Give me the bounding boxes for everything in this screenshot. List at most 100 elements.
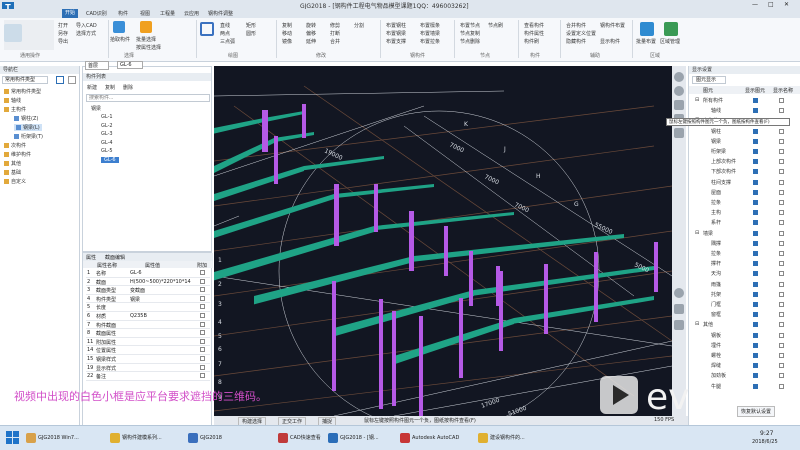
nav-tree-item[interactable]: 桁架梁(T) [14, 133, 43, 140]
nav-tree-item[interactable]: 维护构件 [4, 151, 31, 158]
show-name-checkbox[interactable] [779, 149, 784, 154]
nav-tree-item[interactable]: 自定义 [4, 178, 26, 185]
tab-component[interactable]: 构件 [118, 10, 128, 17]
ribbon-circle[interactable]: 圆形 [246, 30, 256, 37]
ribbon-merge[interactable]: 合并 [330, 38, 340, 45]
grid-view-icon[interactable] [68, 76, 76, 84]
show-name-checkbox[interactable] [779, 189, 784, 195]
show-element-checkbox[interactable] [753, 240, 758, 246]
show-name-checkbox[interactable] [779, 312, 784, 318]
steel-column[interactable] [379, 299, 383, 409]
3d-viewport[interactable]: 19000 7000 7000 7000 55000 5000 17000 51000 K J H G… [214, 66, 672, 416]
pan-icon[interactable] [674, 86, 684, 96]
steel-column[interactable] [544, 264, 548, 334]
view-cube-icon[interactable] [674, 128, 684, 138]
property-extra-checkbox[interactable] [200, 373, 205, 379]
property-extra-checkbox[interactable] [200, 295, 205, 301]
show-element-checkbox[interactable] [753, 291, 758, 297]
collapse-icon[interactable]: ⊟ [695, 321, 699, 327]
show-element-checkbox[interactable] [753, 210, 758, 216]
show-name-checkbox[interactable] [779, 271, 784, 277]
property-row[interactable]: 3 截面类型 变截面 [86, 286, 210, 295]
property-row[interactable]: 19 显示样式 [86, 364, 210, 373]
show-name-checkbox[interactable] [779, 210, 784, 216]
ribbon-area-manage[interactable]: 区域管理 [660, 38, 680, 45]
component-list-item[interactable]: GL-4 [101, 140, 113, 146]
ribbon-rotate[interactable]: 旋转 [306, 22, 316, 29]
show-name-checkbox[interactable] [779, 302, 784, 307]
steel-column[interactable] [392, 311, 396, 406]
show-element-checkbox[interactable] [753, 332, 758, 338]
ribbon-pick[interactable]: 拾取构件 [110, 36, 130, 43]
show-element-checkbox[interactable] [753, 200, 758, 205]
maximize-button[interactable]: □ [768, 1, 774, 8]
component-list-item[interactable]: GL-6 [101, 156, 119, 163]
property-extra-checkbox[interactable] [200, 355, 205, 361]
show-element-checkbox[interactable] [753, 189, 758, 195]
minimize-button[interactable]: — [752, 1, 758, 8]
taskbar-item[interactable]: GJG2018 - [钢... [326, 430, 394, 446]
ribbon-component-props[interactable]: 构件属性 [524, 30, 544, 37]
show-element-checkbox[interactable] [753, 108, 758, 114]
component-search-input[interactable] [86, 94, 210, 102]
start-icon[interactable] [6, 431, 20, 445]
ribbon-select-by-attr[interactable]: 按属性选择 [136, 44, 161, 51]
show-element-checkbox[interactable] [753, 281, 758, 287]
ribbon-place-beam[interactable]: 布置钢梁 [386, 30, 406, 37]
steel-beam[interactable] [514, 296, 654, 324]
nav-tree-item[interactable]: 次构件 [4, 142, 26, 149]
ribbon-two-point[interactable]: 两点 [220, 30, 230, 37]
ribbon-line[interactable]: 直线 [220, 22, 230, 29]
tab-cloud[interactable]: 云应用 [184, 10, 199, 17]
ribbon-set-position[interactable]: 设置定义位置 [566, 30, 596, 37]
component-list-item[interactable]: GL-3 [101, 131, 113, 137]
ribbon-export[interactable]: 导出 [58, 38, 68, 45]
steel-beam[interactable] [214, 118, 264, 134]
layer-icon[interactable] [674, 320, 684, 330]
ribbon-merge-component[interactable]: 合并构件 [566, 22, 586, 29]
nav-tree-item[interactable]: 其他 [4, 160, 21, 167]
steel-column[interactable] [262, 110, 268, 152]
show-name-checkbox[interactable] [779, 291, 784, 297]
display-row[interactable]: 雨篷 [693, 280, 797, 289]
display-row[interactable]: 上部次构件 [693, 157, 797, 166]
ribbon-import-cad[interactable]: 导入CAD [76, 22, 97, 29]
property-extra-checkbox[interactable] [200, 347, 205, 353]
collapse-icon[interactable]: ⊟ [695, 97, 699, 103]
new-component-button[interactable]: 新建 [87, 84, 97, 91]
ribbon-node-brush[interactable]: 节点刷 [488, 22, 503, 29]
rotate-icon[interactable] [674, 288, 684, 298]
show-name-checkbox[interactable] [779, 179, 784, 185]
nav-tab-common[interactable]: 常用构件类型 [2, 76, 48, 84]
current-component-select[interactable]: GL-6 [117, 61, 143, 69]
property-row[interactable]: 14 位置属性 [86, 346, 210, 355]
ribbon-show-component[interactable]: 显示构件 [600, 38, 620, 45]
display-row[interactable]: 轴线 [693, 106, 797, 115]
property-row[interactable]: 8 截面属性 [86, 329, 210, 338]
show-element-checkbox[interactable] [753, 353, 758, 358]
ribbon-select-mode[interactable]: 选择方式 [76, 30, 96, 37]
show-name-checkbox[interactable] [779, 240, 784, 246]
ribbon-place-purlin[interactable]: 布置檩条 [420, 22, 440, 29]
ribbon-node-copy[interactable]: 节点复制 [460, 30, 480, 37]
property-row[interactable]: 7 构件截面 [86, 321, 210, 330]
property-row[interactable]: 4 构件类型 钢梁 [86, 295, 210, 304]
property-extra-checkbox[interactable] [200, 304, 205, 310]
ribbon-split[interactable]: 分割 [354, 22, 364, 29]
ribbon-place-node[interactable]: 布置节点 [460, 22, 480, 29]
show-name-checkbox[interactable] [779, 353, 784, 358]
show-name-checkbox[interactable] [779, 322, 784, 328]
ribbon-place-brace[interactable]: 布置支撑 [386, 38, 406, 45]
nav-tree-item[interactable]: 主构件 [4, 106, 26, 113]
property-extra-checkbox[interactable] [200, 364, 205, 370]
steel-column[interactable] [594, 252, 598, 322]
property-row[interactable]: 22 备注 [86, 372, 210, 381]
property-value[interactable]: Q235B [130, 313, 147, 319]
property-value[interactable]: 钢梁 [130, 296, 140, 303]
taskbar-item[interactable]: GJG2018 [186, 430, 272, 446]
ribbon-saveas[interactable]: 另存 [58, 30, 68, 37]
show-element-checkbox[interactable] [753, 98, 758, 103]
nav-tree-item[interactable]: 钢柱(Z) [14, 115, 38, 122]
show-name-checkbox[interactable] [779, 230, 784, 236]
display-row[interactable]: 螺栓 [693, 351, 797, 360]
